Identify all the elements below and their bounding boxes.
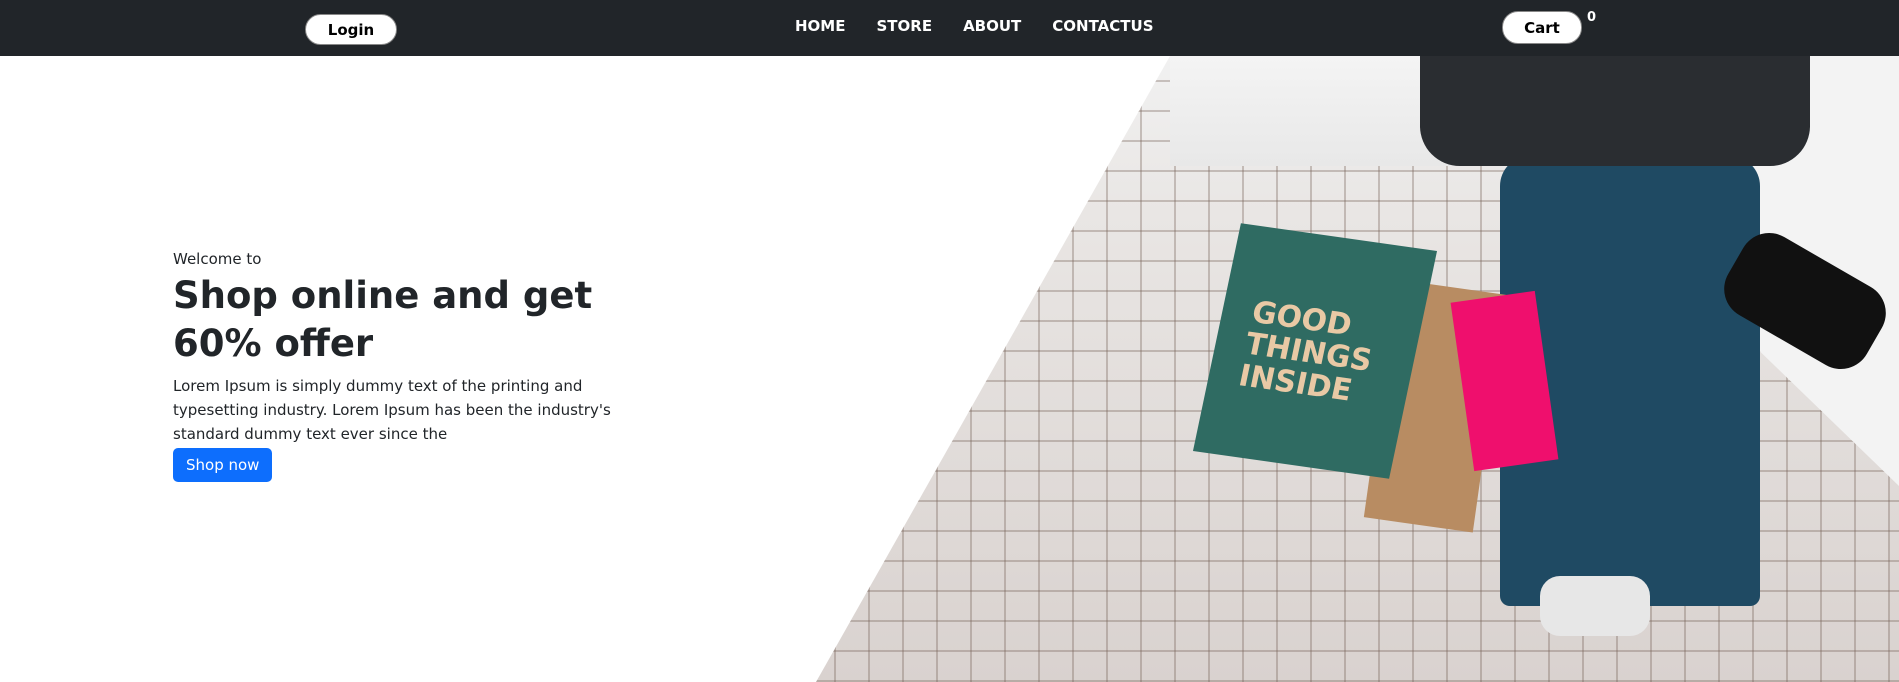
navbar: Login HOME STORE ABOUT CONTACTUS Cart 0 [0, 0, 1899, 56]
login-button[interactable]: Login [305, 14, 397, 45]
nav-contactus[interactable]: CONTACTUS [1052, 17, 1153, 35]
nav-store[interactable]: STORE [876, 17, 932, 35]
nav-home[interactable]: HOME [795, 17, 845, 35]
hero-description: Lorem Ipsum is simply dummy text of the … [173, 377, 611, 443]
shop-now-button[interactable]: Shop now [173, 448, 273, 482]
cart-count: 0 [1587, 10, 1597, 25]
nav-links: HOME STORE ABOUT CONTACTUS [795, 17, 1154, 35]
hero-title: Shop online and get 60% offer [173, 274, 593, 365]
person-jacket [1420, 56, 1810, 166]
person-shoe [1540, 576, 1650, 636]
cart-button[interactable]: Cart [1502, 11, 1582, 44]
bag-text: GOOD THINGS INSIDE [1235, 294, 1376, 409]
hero-section: Welcome to Shop online and get 60% offer… [173, 250, 613, 482]
nav-about[interactable]: ABOUT [963, 17, 1021, 35]
welcome-text: Welcome to [173, 250, 262, 268]
hero-image: GOOD THINGS INSIDE [816, 56, 1899, 682]
